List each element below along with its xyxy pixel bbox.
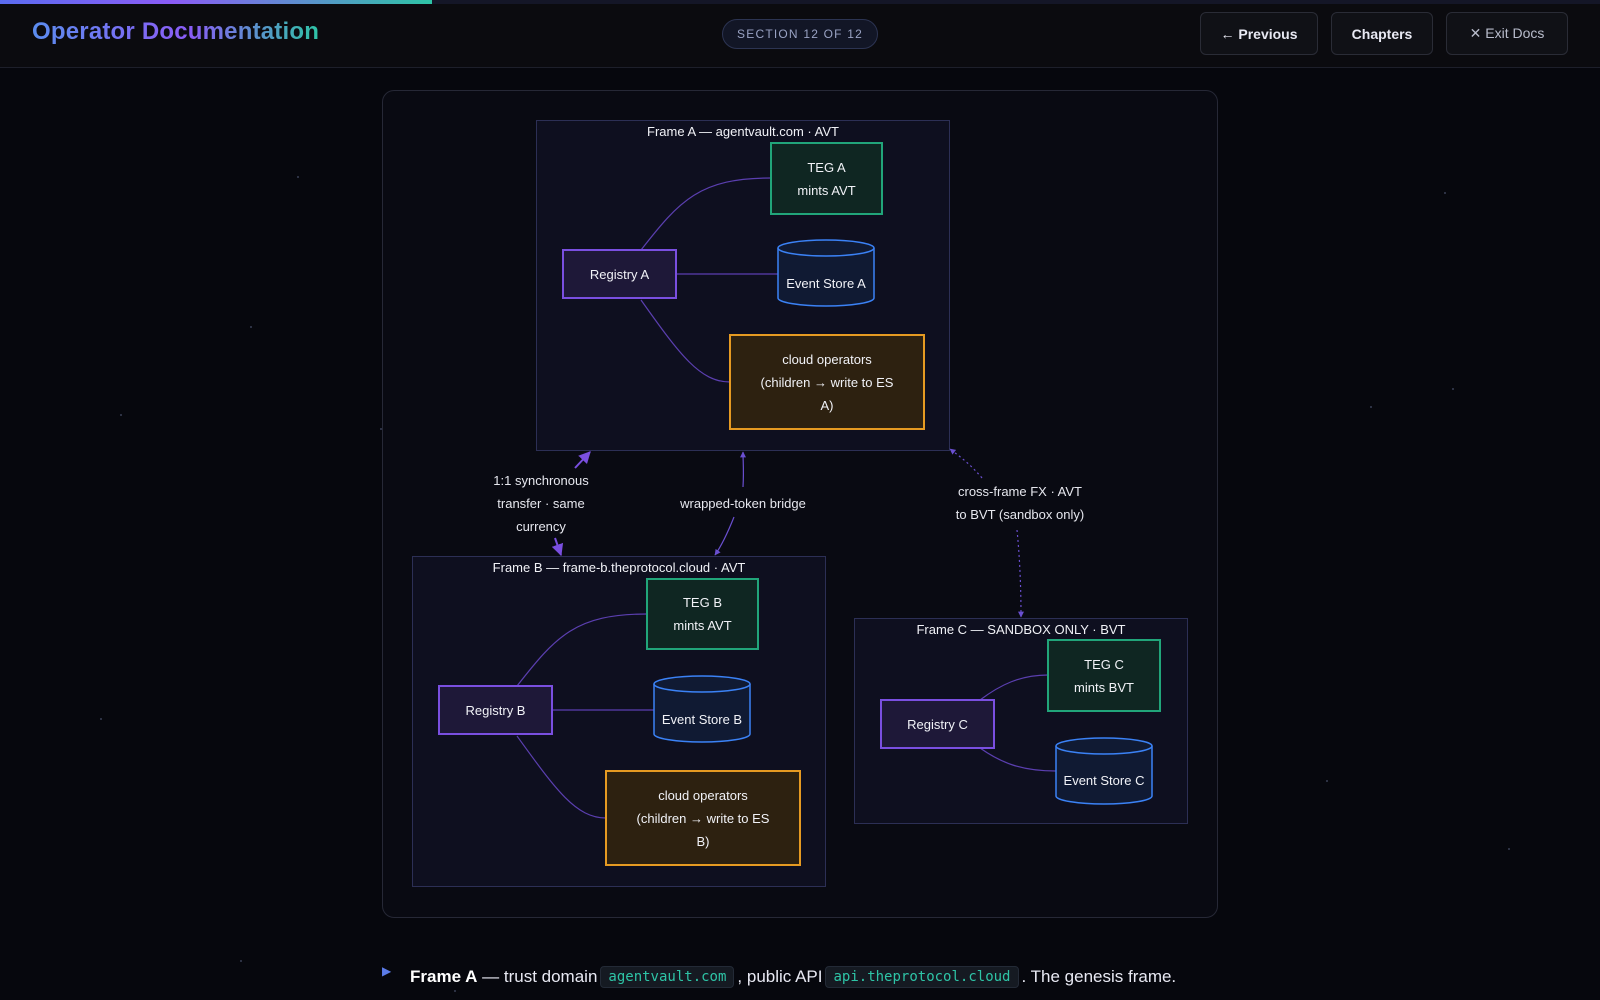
brand-title: Operator Documentation xyxy=(32,18,320,45)
event-store-a-label: Event Store A xyxy=(786,275,866,291)
teg-b-sublabel: mints AVT xyxy=(673,618,732,633)
cloud-operators-a-line1: cloud operators xyxy=(782,351,872,367)
cloud-operators-b-line1: cloud operators xyxy=(658,787,748,803)
previous-button[interactable]: ← Previous xyxy=(1200,12,1318,55)
background-star xyxy=(1326,780,1328,782)
background-star xyxy=(1370,406,1372,408)
frame-c-title: Frame C — SANDBOX ONLY · BVT xyxy=(916,622,1126,637)
bridge-label-text: wrapped-token bridge xyxy=(680,496,806,511)
frame-b-title: Frame B — frame-b.theprotocol.cloud · AV… xyxy=(492,560,746,575)
event-store-c-label: Event Store C xyxy=(1063,772,1145,788)
cloud-operators-b-line2: (children → write to ES xyxy=(636,810,770,826)
bullet-arrow-icon: ▶ xyxy=(382,964,392,978)
teg-c-label: TEG C xyxy=(1084,656,1124,672)
background-star xyxy=(1508,848,1510,850)
background-star xyxy=(454,990,456,992)
teg-a-label: TEG A xyxy=(807,159,846,175)
cloud-operators-b-line3: B) xyxy=(696,833,710,849)
registry-a-label: Registry A xyxy=(589,266,650,282)
event-store-b-node: Event Store B xyxy=(654,704,750,734)
exit-docs-button[interactable]: ✕ Exit Docs xyxy=(1446,12,1568,55)
cloud-operators-a-node: cloud operators (children → write to ES … xyxy=(729,334,925,430)
bridge-label: wrapped-token bridge xyxy=(662,492,824,515)
background-star xyxy=(120,414,122,416)
sync-transfer-line3: currency xyxy=(516,519,566,534)
sync-transfer-label: 1:1 synchronous transfer · same currency xyxy=(470,469,612,538)
background-star xyxy=(250,326,252,328)
teg-b-label: TEG B xyxy=(682,595,722,610)
chapters-button[interactable]: Chapters xyxy=(1331,12,1433,55)
teg-c-sublabel: mints BVT xyxy=(1074,679,1134,695)
background-star xyxy=(100,718,102,720)
teg-a-node: TEG A mints AVT xyxy=(770,142,883,215)
event-store-b-label: Event Store B xyxy=(661,711,743,727)
background-star xyxy=(1444,192,1446,194)
teg-a-sublabel: mints AVT xyxy=(797,182,856,198)
fx-label-line2: to BVT (sandbox only) xyxy=(955,507,1085,522)
cloud-operators-a-line3: A) xyxy=(820,397,834,413)
registry-c-node: Registry C xyxy=(880,699,995,749)
fx-label-line1: cross-frame FX · AVT xyxy=(958,484,1082,499)
domain-code: agentvault.com xyxy=(600,966,735,988)
registry-b-label: Registry B xyxy=(465,702,526,718)
frame-a-title: Frame A — agentvault.com · AVT xyxy=(647,124,839,139)
teg-c-node: TEG C mints BVT xyxy=(1047,639,1161,712)
frame-a-text-2: , public API xyxy=(737,967,823,986)
teg-b-node: TEG B mints AVT xyxy=(646,578,759,650)
fx-label: cross-frame FX · AVT to BVT (sandbox onl… xyxy=(935,480,1105,526)
top-bar: Operator Documentation SECTION 12 OF 12 … xyxy=(0,4,1600,68)
frame-a-text-1: — trust domain xyxy=(477,967,598,986)
event-store-c-node: Event Store C xyxy=(1056,765,1152,795)
cloud-operators-a-line2: (children → write to ES xyxy=(760,374,894,390)
section-indicator: SECTION 12 OF 12 xyxy=(722,19,878,49)
api-code: api.theprotocol.cloud xyxy=(825,966,1019,988)
cloud-operators-b-node: cloud operators (children → write to ES … xyxy=(605,770,801,866)
background-star xyxy=(1452,388,1454,390)
registry-a-node: Registry A xyxy=(562,249,677,299)
background-star xyxy=(297,176,299,178)
background-star xyxy=(240,960,242,962)
frame-a-text-3: . The genesis frame. xyxy=(1021,967,1177,986)
sync-transfer-line2: transfer · same xyxy=(497,496,585,511)
frame-a-term: Frame A xyxy=(410,967,478,986)
event-store-a-node: Event Store A xyxy=(778,268,874,298)
frame-a-description: Frame A — trust domain agentvault.com , … xyxy=(410,966,1176,988)
sync-transfer-line1: 1:1 synchronous xyxy=(493,473,589,488)
registry-b-node: Registry B xyxy=(438,685,553,735)
registry-c-label: Registry C xyxy=(907,716,968,732)
